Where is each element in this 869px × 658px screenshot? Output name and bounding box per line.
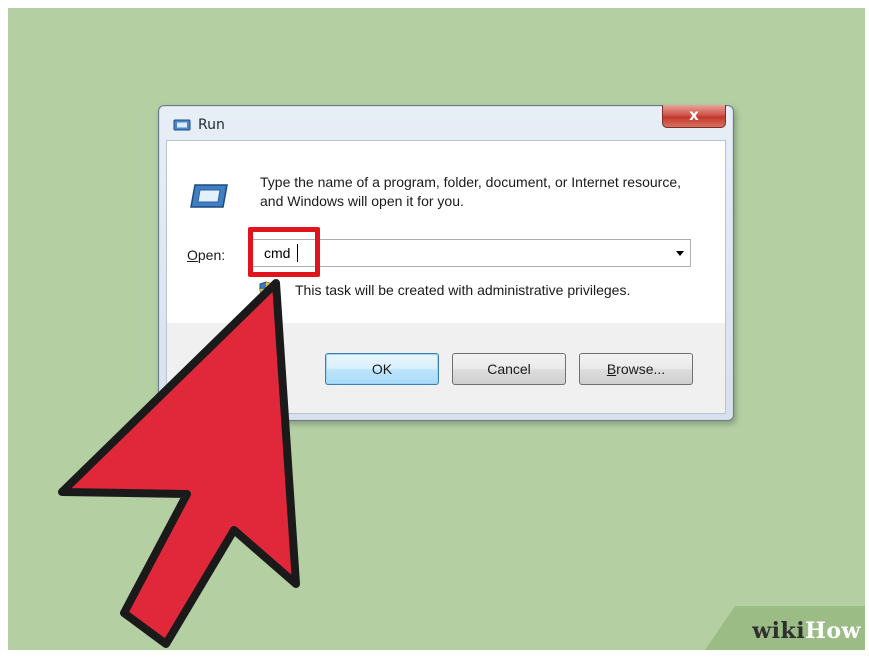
uac-shield-icon <box>259 281 273 297</box>
run-dialog: Run x Type the name of a program, folder… <box>158 105 734 421</box>
wikihow-watermark: wikiHow <box>705 606 865 650</box>
title-bar[interactable]: Run x <box>159 105 733 140</box>
highlight-box <box>248 227 320 277</box>
open-label-text: pen: <box>197 247 226 263</box>
browse-accelerator: B <box>606 361 617 377</box>
browse-button[interactable]: Browse... <box>579 353 693 385</box>
illustration-stage: Run x Type the name of a program, folder… <box>8 8 865 650</box>
dropdown-arrow-icon[interactable] <box>676 251 684 256</box>
watermark-text: wikiHow <box>752 618 861 644</box>
watermark-how: How <box>805 618 861 644</box>
dialog-body: Type the name of a program, folder, docu… <box>166 140 726 414</box>
run-icon <box>190 184 228 208</box>
close-button[interactable]: x <box>662 105 726 128</box>
browse-button-text: rowse... <box>616 361 666 377</box>
cancel-button[interactable]: Cancel <box>452 353 566 385</box>
open-label: Open: <box>187 247 225 263</box>
dialog-description: Type the name of a program, folder, docu… <box>260 174 682 209</box>
window-title: Run <box>198 117 225 133</box>
admin-privileges-note: This task will be created with administr… <box>295 282 631 298</box>
run-title-icon <box>173 119 191 131</box>
open-label-accelerator: O <box>187 247 198 263</box>
ok-button[interactable]: OK <box>325 353 439 385</box>
watermark-wiki: wiki <box>752 618 806 644</box>
